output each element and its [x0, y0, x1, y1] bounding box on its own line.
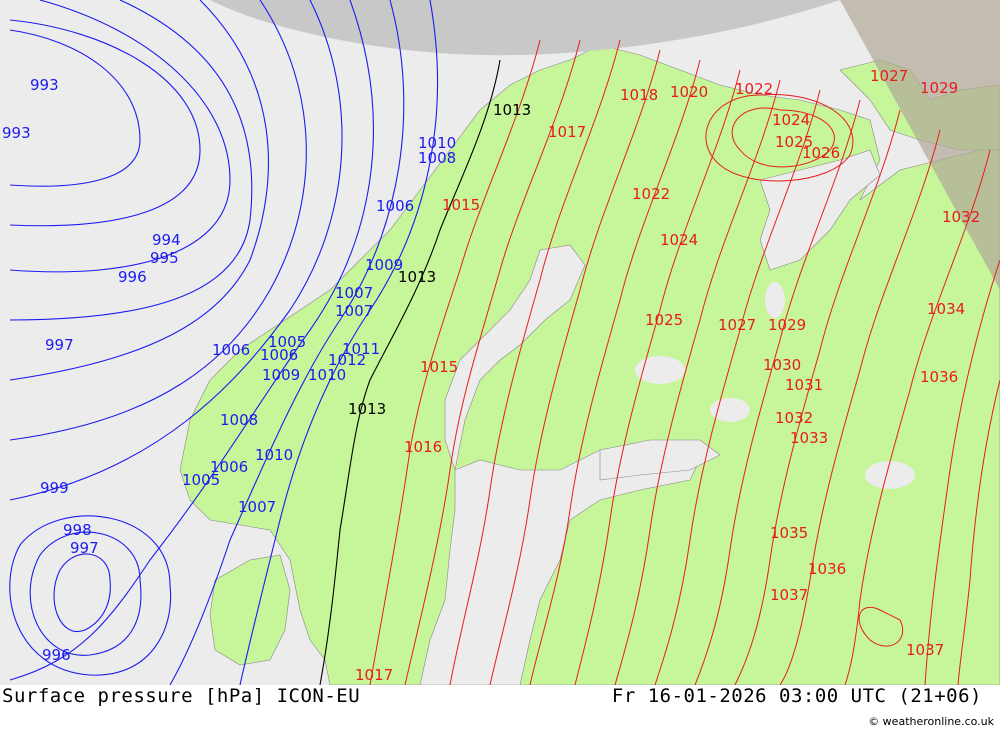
label-low: 1007 [335, 284, 373, 302]
label-high: 1017 [355, 666, 393, 684]
label-low: 1010 [255, 446, 293, 464]
label-low: 1011 [342, 340, 380, 358]
label-high: 1022 [632, 185, 670, 203]
label-high: 1024 [660, 231, 698, 249]
map-footer: Surface pressure [hPa] ICON-EU Fr 16-01-… [0, 685, 1000, 733]
label-high: 1036 [920, 368, 958, 386]
label-low: 994 [152, 231, 181, 249]
label-low: 995 [150, 249, 179, 267]
label-high: 1029 [920, 79, 958, 97]
label-high: 1024 [772, 111, 810, 129]
label-low: 1006 [212, 341, 250, 359]
label-low: 1010 [418, 134, 456, 152]
label-low: 998 [63, 521, 92, 539]
label-high: 1037 [906, 641, 944, 659]
label-high: 1026 [802, 144, 840, 162]
label-high: 1032 [775, 409, 813, 427]
label-high: 1036 [808, 560, 846, 578]
label-high: 1027 [718, 316, 756, 334]
label-low: 993 [2, 124, 31, 142]
label-low: 999 [40, 479, 69, 497]
label-low: 996 [42, 646, 71, 664]
label-high: 1016 [404, 438, 442, 456]
label-high: 1030 [763, 356, 801, 374]
label-low: 993 [30, 76, 59, 94]
label-high: 1033 [790, 429, 828, 447]
label-high: 1015 [420, 358, 458, 376]
label-high: 1018 [620, 86, 658, 104]
label-low: 1007 [335, 302, 373, 320]
label-1013: 1013 [348, 400, 386, 418]
label-high: 1017 [548, 123, 586, 141]
label-low: 1009 [262, 366, 300, 384]
label-high: 1035 [770, 524, 808, 542]
label-1013: 1013 [398, 268, 436, 286]
label-high: 1032 [942, 208, 980, 226]
label-high: 1022 [735, 80, 773, 98]
label-high: 1027 [870, 67, 908, 85]
label-high: 1029 [768, 316, 806, 334]
label-low: 1005 [268, 333, 306, 351]
label-high: 1025 [645, 311, 683, 329]
label-high: 1037 [770, 586, 808, 604]
pressure-map: 993 993 994 995 996 997 999 998 997 996 … [0, 0, 1000, 685]
label-low: 997 [45, 336, 74, 354]
map-title: Surface pressure [hPa] ICON-EU [2, 685, 361, 707]
label-high: 1015 [442, 196, 480, 214]
lake [865, 461, 915, 489]
label-low: 1006 [376, 197, 414, 215]
label-low: 1008 [220, 411, 258, 429]
label-low: 1007 [238, 498, 276, 516]
label-low: 996 [118, 268, 147, 286]
label-high: 1031 [785, 376, 823, 394]
lake [765, 282, 785, 318]
label-1013: 1013 [493, 101, 531, 119]
lake [635, 356, 685, 384]
site-credit[interactable]: © weatheronline.co.uk [868, 715, 994, 728]
forecast-datetime: Fr 16-01-2026 03:00 UTC (21+06) [611, 685, 982, 707]
label-low: 1005 [182, 471, 220, 489]
label-low: 997 [70, 539, 99, 557]
label-high: 1034 [927, 300, 965, 318]
label-high: 1020 [670, 83, 708, 101]
